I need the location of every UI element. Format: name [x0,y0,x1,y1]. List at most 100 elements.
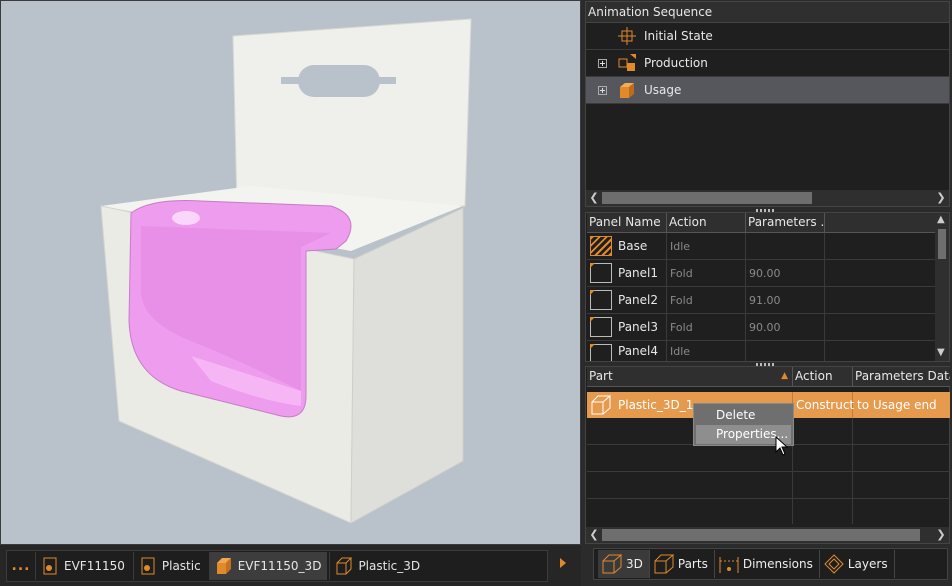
param-cell: 90.00 [746,260,825,286]
panels-table-panel: Panel Name Action Parameters ... Base Id… [585,212,950,362]
sequence-item-production[interactable]: Production [586,50,949,77]
scroll-right-icon[interactable]: ❯ [935,528,947,541]
panel-icon [590,263,612,283]
doc-tab-label: EVF11150 [64,559,125,573]
view-tab-bar: 3D Parts Dimensions Layers [593,548,948,580]
box-3d-icon [336,557,353,575]
layers-icon [824,554,844,574]
doc-tab-plastic-3d[interactable]: Plastic_3D [329,552,426,580]
column-header-action[interactable]: Action [667,213,746,232]
panel-icon [590,317,612,337]
column-header-part-label: Part [589,369,613,383]
panel-name: Base [618,239,648,253]
doc-tab-plastic[interactable]: Plastic [132,552,207,580]
table-row [587,472,950,499]
param-cell [746,233,825,259]
filler-cell [825,341,937,361]
mouse-pointer-icon [775,436,789,456]
tab-parts[interactable]: Parts [650,550,715,578]
scroll-left-icon[interactable]: ❮ [588,191,600,204]
panel-name-cell: Panel3 [587,314,667,340]
param-cell [746,341,825,361]
param-cell: 90.00 [746,314,825,340]
filler-cell [825,233,937,259]
production-icon [618,54,636,71]
panel-name: Panel3 [618,320,659,334]
doc-tab-evf11150[interactable]: EVF11150 [35,552,131,580]
panel-icon [590,344,612,361]
column-header-parameters-data[interactable]: Parameters Data [853,367,950,386]
table-row[interactable]: Base Idle [587,233,937,260]
scroll-down-icon[interactable]: ▼ [937,347,945,358]
params-cell: to Usage end [857,398,937,412]
usage-icon [620,83,634,98]
column-header-panel-name[interactable]: Panel Name [587,213,667,232]
scroll-left-icon[interactable]: ❮ [588,528,600,541]
filler-cell [825,287,937,313]
param-cell: 91.00 [746,287,825,313]
scroll-up-icon[interactable]: ▲ [937,214,945,225]
right-sidebar: Animation Sequence Initial State Product… [584,0,952,586]
parts-horizontal-scrollbar[interactable]: ❮ ❯ [586,527,949,543]
dimensions-icon [719,557,739,573]
column-header-filler [825,213,937,232]
tab-layers[interactable]: Layers [820,550,895,578]
scrollbar-thumb[interactable] [938,229,946,259]
initial-state-icon [618,27,636,45]
panel-name: Panel4 [618,344,659,358]
tab-3d[interactable]: 3D [598,550,650,578]
panel-doc-icon [141,557,155,575]
base-panel-icon [590,236,612,256]
panel-name-cell: Panel4 [587,341,667,361]
scroll-right-icon[interactable]: ❯ [935,191,947,204]
animation-sequence-panel: Animation Sequence Initial State Product… [585,1,950,207]
tab-label: Parts [677,557,708,571]
scrollbar-thumb[interactable] [602,529,920,541]
overflow-menu-button[interactable]: ... [7,558,35,574]
table-row[interactable]: Panel1 Fold 90.00 [587,260,937,287]
column-header-part[interactable]: Part ▲ [587,367,793,386]
sequence-item-initial-state[interactable]: Initial State [586,23,949,50]
sequence-item-usage[interactable]: Usage [586,77,949,104]
expand-icon[interactable] [598,58,607,68]
action-cell: Fold [667,314,746,340]
tab-label: 3D [626,557,643,571]
action-cell: Construct [793,392,854,418]
expand-icon[interactable] [598,85,607,95]
tab-dimensions[interactable]: Dimensions [715,550,820,578]
box-3d-icon [591,395,612,415]
table-row[interactable]: Panel2 Fold 91.00 [587,287,937,314]
sequence-item-label: Usage [644,83,682,97]
doc-tab-evf11150-3d[interactable]: EVF11150_3D [208,552,328,580]
doc-tab-label: Plastic [161,559,201,573]
action-cell: Fold [667,260,746,286]
box-model[interactable] [1,1,581,545]
panels-table-header: Panel Name Action Parameters ... [587,213,937,233]
3d-viewport[interactable] [0,0,581,545]
panel-name: Panel1 [618,266,659,280]
filler-cell [825,314,937,340]
table-row [587,445,950,472]
action-cell: Fold [667,287,746,313]
action-cell: Idle [667,233,746,259]
column-header-action[interactable]: Action [793,367,853,386]
table-row[interactable]: Panel4 Idle [587,341,937,361]
filler-cell [825,260,937,286]
column-header-parameters[interactable]: Parameters ... [746,213,825,232]
part-name: Plastic_3D_1 [618,398,694,412]
tab-scroll-right-icon[interactable] [560,558,566,568]
menu-item-delete[interactable]: Delete [696,406,791,425]
parts-table-panel: Part ▲ Action Parameters Data Plastic_3D… [585,366,950,544]
cube-3d-icon [602,554,623,574]
panels-vertical-scrollbar[interactable]: ▲ ▼ [935,213,949,361]
panel-name-cell: Panel2 [587,287,667,313]
doc-tab-label: EVF11150_3D [237,559,322,573]
panel-name-cell: Panel1 [587,260,667,286]
doc-tab-label: Plastic_3D [358,559,421,573]
panel-icon [590,290,612,310]
panels-table: Panel Name Action Parameters ... Base Id… [587,213,937,361]
panel-doc-icon [43,557,57,575]
table-row[interactable]: Panel3 Fold 90.00 [587,314,937,341]
animation-horizontal-scrollbar[interactable]: ❮ ❯ [586,190,949,206]
scrollbar-thumb[interactable] [602,192,812,204]
